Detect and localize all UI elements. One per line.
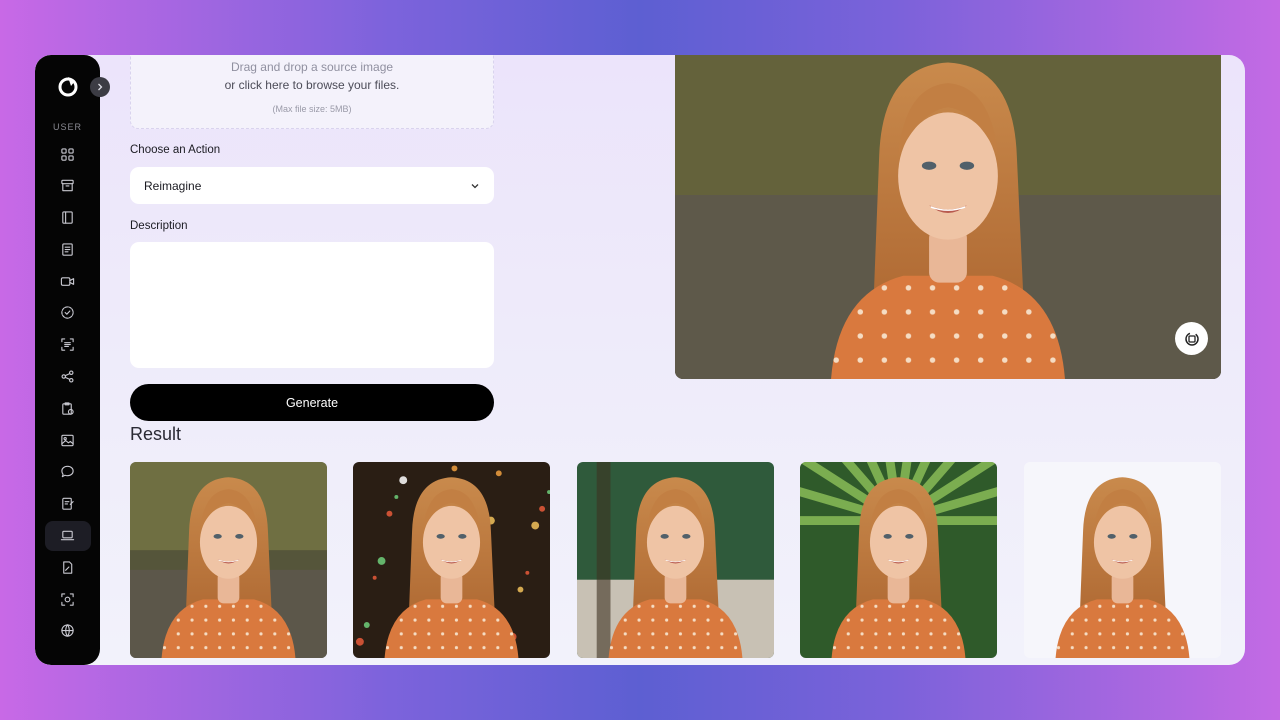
chevron-right-icon: [98, 83, 103, 91]
portrait-image: [675, 55, 1221, 379]
book-icon: [62, 211, 73, 224]
portrait-image: [577, 462, 774, 658]
sidebar: USER: [35, 55, 100, 665]
sidebar-item-chat[interactable]: [45, 457, 91, 487]
text-scan-icon: [61, 338, 74, 351]
check-circle-icon: [61, 306, 74, 320]
source-image-preview: [675, 55, 1221, 379]
document-icon: [62, 243, 73, 256]
sidebar-item-laptop[interactable]: [44, 520, 91, 551]
chevron-down-icon: [471, 183, 479, 188]
result-image-5[interactable]: [1024, 462, 1221, 658]
grid-icon: [61, 147, 74, 161]
sidebar-item-pdf[interactable]: [45, 552, 91, 582]
sidebar-item-video[interactable]: [45, 266, 91, 296]
action-label: Choose an Action: [130, 144, 221, 156]
description-label: Description: [130, 220, 188, 232]
sidebar-item-web[interactable]: [45, 616, 91, 646]
file-edit-icon: [63, 561, 73, 574]
app-logo-icon[interactable]: [56, 74, 80, 98]
dropzone-title: Drag and drop a source image: [230, 60, 394, 74]
video-icon: [60, 276, 75, 286]
dropzone-browse-text: or click here to browse your files.: [224, 78, 400, 92]
app-window: USER Drag and drop a source image or cli…: [35, 55, 1245, 665]
sidebar-section-label: USER: [52, 122, 82, 132]
clipboard-clock-icon: [62, 402, 74, 415]
sidebar-item-check[interactable]: [45, 298, 91, 328]
result-image-2[interactable]: [353, 462, 550, 658]
chat-icon: [61, 466, 74, 478]
sidebar-item-text-scan[interactable]: [45, 330, 91, 360]
regenerate-button[interactable]: [1175, 322, 1208, 355]
description-textarea[interactable]: [130, 242, 494, 368]
portrait-image: [353, 462, 550, 658]
image-upload-dropzone[interactable]: Drag and drop a source image or click he…: [130, 55, 494, 129]
result-image-4[interactable]: [800, 462, 997, 658]
laptop-icon: [60, 530, 75, 541]
portrait-image: [1024, 462, 1221, 658]
action-select-value: Reimagine: [144, 178, 202, 193]
archive-icon: [61, 180, 74, 192]
rotate-image-icon: [1184, 331, 1199, 346]
sidebar-item-clipboard[interactable]: [45, 393, 91, 423]
globe-www-icon: [61, 624, 74, 638]
sidebar-item-archive[interactable]: [45, 171, 91, 201]
scan-icon: [61, 592, 74, 606]
result-title: Result: [130, 424, 182, 444]
generate-button[interactable]: Generate: [130, 384, 494, 421]
sidebar-item-book[interactable]: [45, 203, 91, 233]
edit-document-icon: [62, 498, 74, 510]
sidebar-collapse-button[interactable]: [90, 77, 110, 97]
sidebar-item-share[interactable]: [45, 362, 91, 392]
share-icon: [61, 370, 74, 383]
action-select[interactable]: Reimagine: [130, 167, 494, 204]
sidebar-nav: [44, 139, 91, 648]
dropzone-size-note: (Max file size: 5MB): [272, 104, 352, 114]
portrait-image: [800, 462, 997, 658]
result-image-1[interactable]: [130, 462, 327, 658]
result-image-3[interactable]: [577, 462, 774, 658]
sidebar-item-dashboard[interactable]: [45, 139, 91, 169]
portrait-image: [130, 462, 327, 658]
sidebar-item-image[interactable]: [45, 425, 91, 455]
sidebar-item-document[interactable]: [45, 234, 91, 264]
sidebar-item-edit-doc[interactable]: [45, 489, 91, 519]
image-icon: [61, 434, 74, 446]
main-content: Drag and drop a source image or click he…: [100, 55, 1245, 665]
sidebar-item-scan[interactable]: [45, 584, 91, 614]
